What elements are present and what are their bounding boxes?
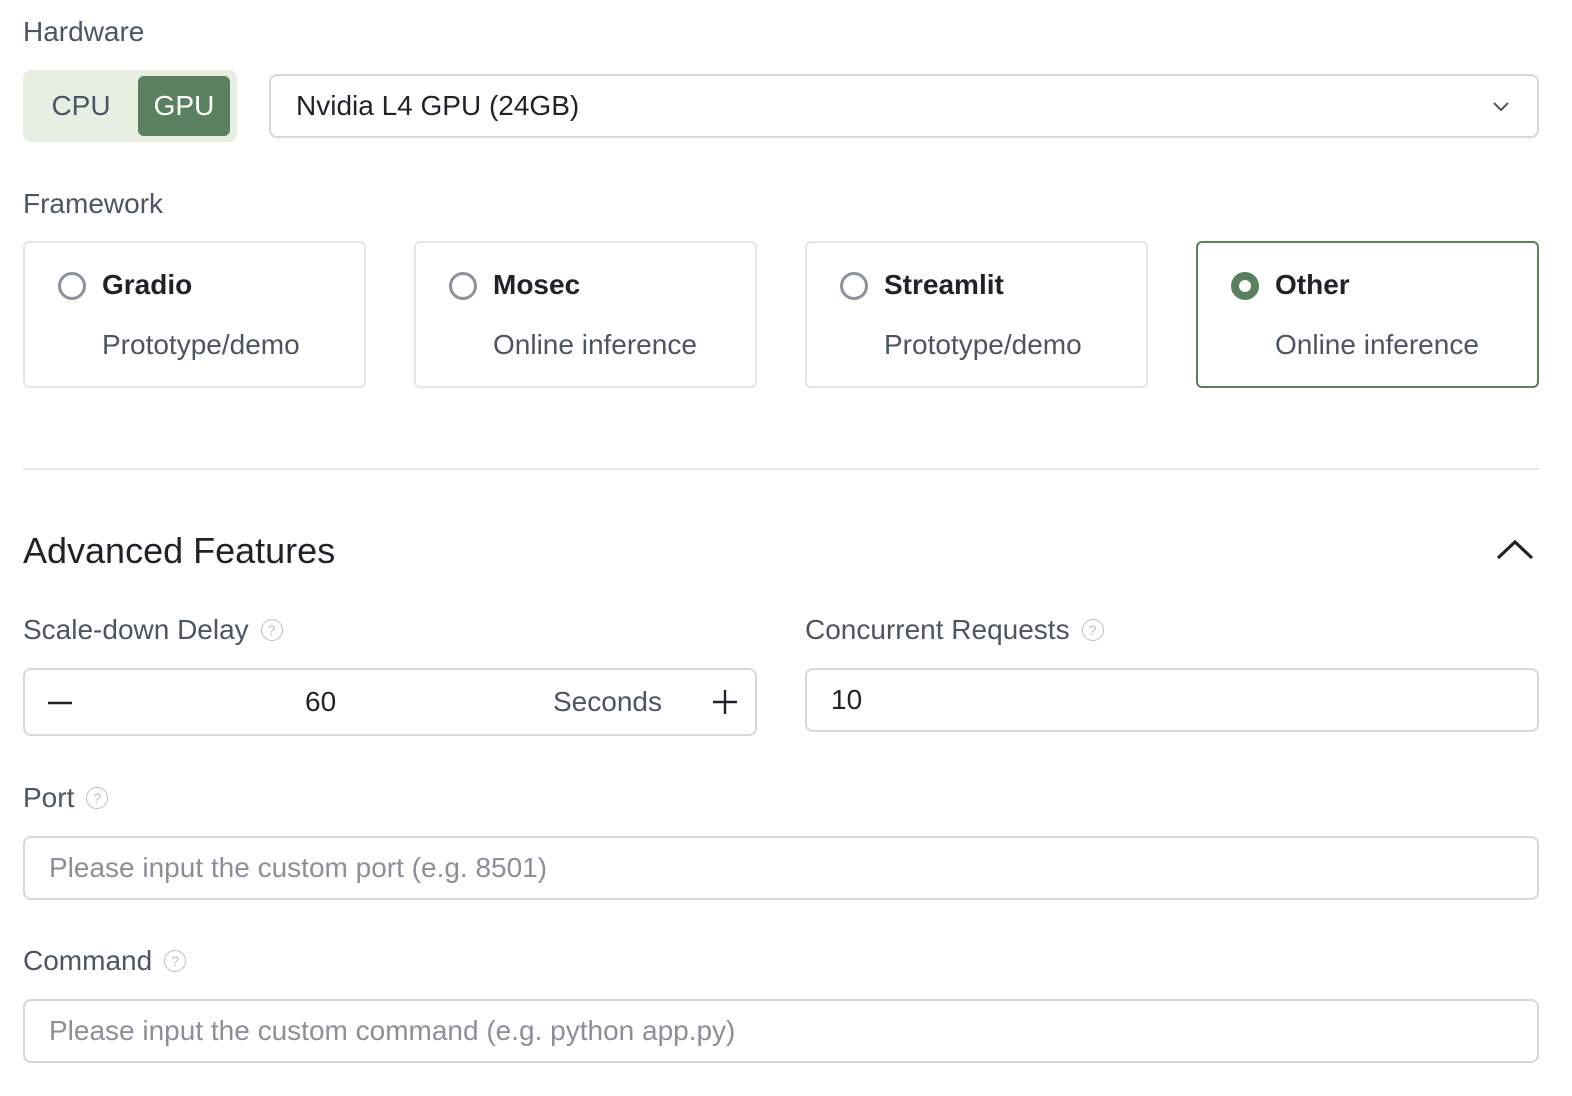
scale-down-delay-value[interactable]: 60	[305, 684, 336, 720]
port-label: Port ?	[23, 780, 109, 816]
framework-card-subtitle: Online inference	[1275, 329, 1479, 360]
hardware-toggle: CPU GPU	[23, 70, 237, 142]
framework-label-text: Framework	[23, 188, 164, 219]
command-label-text: Command	[23, 945, 153, 976]
framework-card-gradio[interactable]: Gradio Prototype/demo	[23, 241, 366, 388]
advanced-features-title: Advanced Features	[23, 530, 336, 571]
help-icon[interactable]: ?	[260, 619, 283, 641]
framework-card-title: Mosec	[493, 269, 581, 300]
port-label-text: Port	[23, 782, 75, 813]
gpu-select-value: Nvidia L4 GPU (24GB)	[296, 90, 580, 121]
scale-down-delay-label-text: Scale-down Delay	[23, 614, 249, 645]
command-label: Command ?	[23, 943, 187, 979]
radio-button[interactable]	[58, 272, 86, 300]
framework-card-title: Gradio	[102, 269, 193, 300]
concurrent-requests-input[interactable]: 10	[805, 668, 1539, 732]
hardware-label-text: Hardware	[23, 16, 145, 47]
section-divider	[23, 468, 1539, 470]
port-input[interactable]: Please input the custom port (e.g. 8501)	[23, 836, 1539, 900]
framework-card-title: Other	[1275, 269, 1350, 300]
framework-card-other[interactable]: Other Online inference	[1196, 241, 1539, 388]
command-placeholder: Please input the custom command (e.g. py…	[49, 1015, 736, 1046]
framework-card-mosec[interactable]: Mosec Online inference	[414, 241, 757, 388]
concurrent-requests-label-text: Concurrent Requests	[805, 614, 1070, 645]
framework-card-subtitle: Prototype/demo	[102, 329, 300, 360]
scale-down-delay-stepper: 60 Seconds	[23, 668, 757, 736]
help-icon[interactable]: ?	[86, 787, 109, 809]
help-icon[interactable]: ?	[1081, 619, 1104, 641]
port-placeholder: Please input the custom port (e.g. 8501)	[49, 852, 548, 883]
gpu-select[interactable]: Nvidia L4 GPU (24GB)	[269, 74, 1539, 138]
plus-icon[interactable]	[710, 687, 740, 717]
scale-down-delay-unit: Seconds	[553, 686, 662, 717]
hardware-label: Hardware	[23, 14, 144, 50]
concurrent-requests-value: 10	[831, 684, 863, 715]
hardware-gpu-button[interactable]: GPU	[138, 76, 230, 136]
radio-button-selected[interactable]	[1231, 272, 1259, 300]
framework-card-streamlit[interactable]: Streamlit Prototype/demo	[805, 241, 1148, 388]
scale-down-delay-label: Scale-down Delay ?	[23, 612, 283, 648]
framework-label: Framework	[23, 186, 163, 222]
minus-icon[interactable]	[45, 688, 75, 718]
framework-card-subtitle: Online inference	[493, 329, 697, 360]
framework-card-title: Streamlit	[884, 269, 1004, 300]
concurrent-requests-label: Concurrent Requests ?	[805, 612, 1104, 648]
radio-button[interactable]	[840, 272, 868, 300]
command-input[interactable]: Please input the custom command (e.g. py…	[23, 999, 1539, 1063]
chevron-down-icon	[1493, 102, 1509, 112]
framework-card-subtitle: Prototype/demo	[884, 329, 1082, 360]
chevron-up-icon[interactable]	[1494, 534, 1536, 564]
radio-button[interactable]	[449, 272, 477, 300]
hardware-cpu-button[interactable]: CPU	[29, 76, 133, 136]
help-icon[interactable]: ?	[164, 950, 187, 972]
